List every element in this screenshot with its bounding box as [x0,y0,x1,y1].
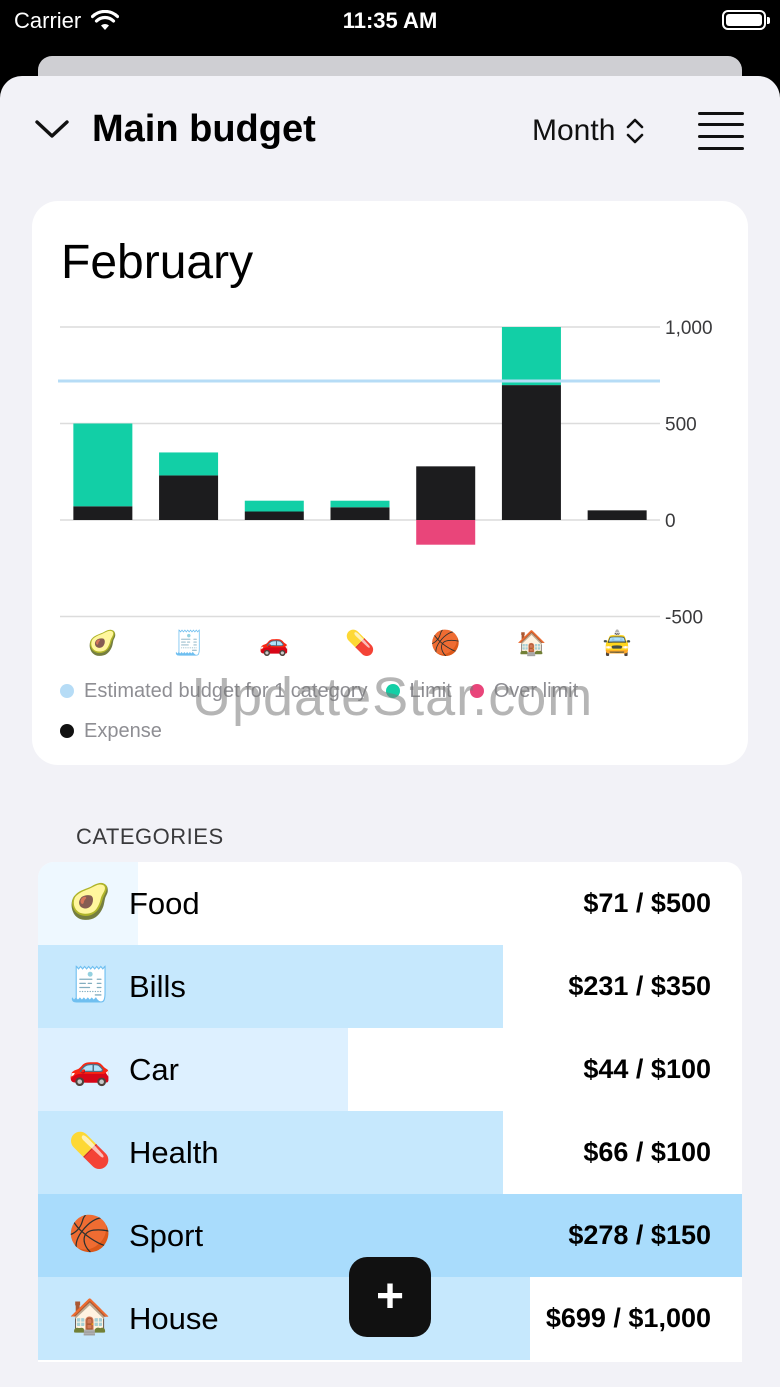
bar-limit [330,500,390,508]
categories-header: CATEGORIES [76,824,224,849]
category-amount: $66 / $100 [583,1137,711,1167]
bar-expense [501,385,561,520]
bar-over-limit [416,520,476,545]
bar-expense [244,511,304,520]
category-row-bills[interactable]: 🧾 Bills $231 / $350 [38,945,742,1028]
category-name: Sport [129,1218,204,1253]
category-emoji-icon: 🧾 [68,966,112,1004]
category-row-car[interactable]: 🚗 Car $44 / $100 [38,1028,742,1111]
bar-limit [501,327,561,386]
y-tick-label: 1,000 [665,318,713,339]
status-time: 11:35 AM [342,8,438,33]
category-row-food[interactable]: 🥑 Food $71 / $500 [38,862,742,945]
x-tick-label: 🚗 [259,630,289,657]
x-tick-label: 🏀 [431,627,461,658]
y-tick-label: -500 [665,608,703,629]
x-tick-label: 💊 [345,628,375,657]
category-emoji-icon: 🏀 [68,1215,112,1253]
bar-limit [159,452,219,476]
category-name: House [129,1301,219,1336]
bar-expense [416,466,476,520]
x-tick-label: 🧾 [174,629,204,657]
bar-expense [587,510,647,520]
period-selector[interactable]: Month [532,114,645,148]
legend-dot [60,724,74,738]
battery-icon [722,10,770,30]
category-name: Bills [129,969,186,1004]
add-button[interactable]: + [349,1257,431,1337]
chevron-down-icon[interactable] [34,114,70,144]
budget-bar-chart: 1,000 500 0 -500 🥑 🧾 🚗 💊 🏀 🏠 🚖 [58,318,713,658]
nav-bar: Main budget Month [0,76,780,186]
period-label: Month [532,114,616,147]
x-tick-label: 🥑 [88,627,118,657]
category-amount: $699 / $1,000 [545,1303,711,1333]
watermark: UpdateStar.com [192,667,594,727]
legend-dot [60,684,74,698]
category-amount: $278 / $150 [568,1220,711,1250]
legend-label: Expense [84,719,162,742]
category-name: Health [129,1135,219,1170]
category-row-health[interactable]: 💊 Health $66 / $100 [38,1111,742,1194]
chevron-up-down-icon [627,118,644,144]
category-emoji-icon: 🚗 [68,1049,112,1087]
category-amount: $44 / $100 [583,1054,711,1084]
legend-item: Expense [60,720,162,743]
category-name: Food [129,886,200,921]
bar-expense [73,506,133,520]
x-tick-label: 🏠 [516,630,546,657]
page-title: Main budget [92,108,316,150]
bar-limit [244,500,304,512]
category-emoji-icon: 🥑 [68,883,112,921]
menu-icon[interactable] [698,110,744,152]
x-tick-label: 🚖 [602,629,632,657]
category-amount: $231 / $350 [568,971,711,1001]
y-tick-label: 0 [665,511,676,532]
category-emoji-icon: 🏠 [68,1298,112,1336]
status-bar: Carrier 11:35 AM [0,0,780,56]
category-name: Car [129,1052,179,1087]
y-tick-label: 500 [665,415,697,436]
bar-expense [330,507,390,520]
bar-expense [159,475,219,520]
budget-sheet: Main budget Month February 1,000 500 0 -500… [0,76,780,1387]
category-emoji-icon: 💊 [68,1132,112,1170]
category-amount: $71 / $500 [583,888,711,918]
bar-limit [73,423,133,507]
